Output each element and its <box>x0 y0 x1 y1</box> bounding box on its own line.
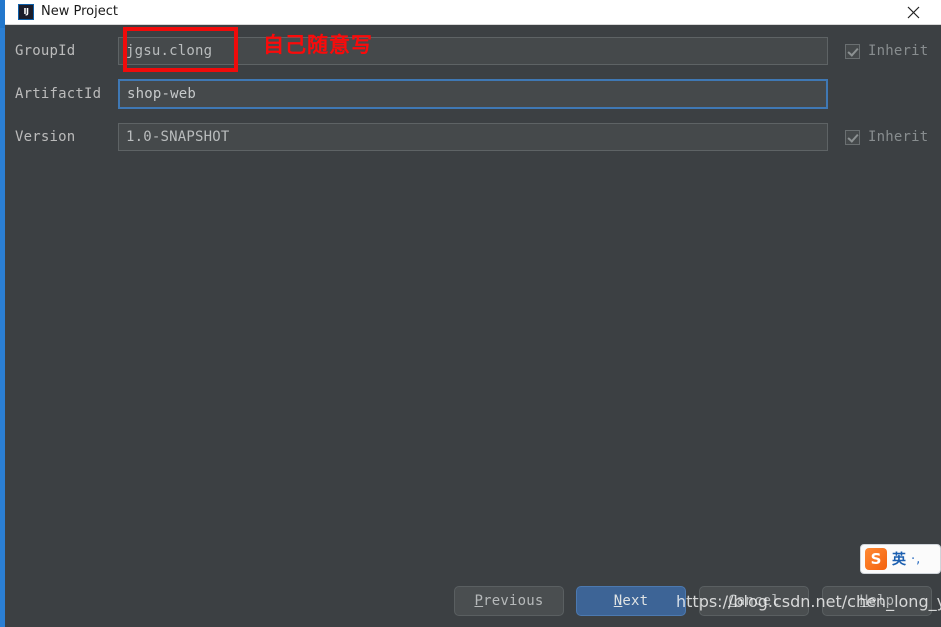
sogou-ime-toolbar[interactable]: S 英 ·, <box>860 544 941 574</box>
ime-mode-indicator[interactable]: 英 <box>892 549 906 569</box>
previous-button[interactable]: Previous <box>454 586 564 616</box>
form-row-groupid: GroupId Inherit <box>5 35 941 67</box>
close-icon <box>907 6 919 18</box>
annotation-text: 自己随意写 <box>263 33 373 57</box>
artifactid-label: ArtifactId <box>15 86 102 102</box>
ime-punctuation-icon[interactable]: ·, <box>911 552 921 567</box>
cancel-button-label: ancel <box>736 593 780 609</box>
artifactid-input[interactable] <box>118 79 828 109</box>
dialog-button-bar: Previous Next Cancel Help <box>5 586 941 618</box>
help-button[interactable]: Help <box>822 586 932 616</box>
groupid-inherit-label: Inherit <box>868 43 929 59</box>
next-button-mnemonic: N <box>613 593 623 609</box>
version-label: Version <box>15 129 76 145</box>
help-button-label: elp <box>868 593 895 609</box>
new-project-dialog: IJ New Project GroupId Inherit ArtifactI… <box>0 0 941 627</box>
sogou-logo-icon: S <box>865 548 887 570</box>
next-button[interactable]: Next <box>576 586 686 616</box>
form-row-version: Version Inherit <box>5 121 941 153</box>
groupid-input[interactable] <box>118 37 828 65</box>
groupid-inherit-checkbox[interactable] <box>845 43 860 59</box>
cancel-button-mnemonic: C <box>728 593 737 609</box>
dialog-content: GroupId Inherit ArtifactId Version Inher… <box>5 24 941 627</box>
form-row-artifactid: ArtifactId <box>5 78 941 110</box>
version-input[interactable] <box>118 123 828 151</box>
version-inherit-label: Inherit <box>868 129 929 145</box>
groupid-inherit-group[interactable]: Inherit <box>845 35 928 67</box>
version-inherit-group[interactable]: Inherit <box>845 121 928 153</box>
cancel-button[interactable]: Cancel <box>699 586 809 616</box>
groupid-label: GroupId <box>15 43 76 59</box>
intellij-idea-icon: IJ <box>18 4 34 20</box>
titlebar: IJ New Project <box>5 0 941 25</box>
version-inherit-checkbox[interactable] <box>845 129 860 145</box>
previous-button-mnemonic: P <box>474 593 484 609</box>
next-button-label: ext <box>622 593 649 609</box>
help-button-mnemonic: H <box>859 593 869 609</box>
window-title: New Project <box>41 4 118 19</box>
close-button[interactable] <box>893 0 933 24</box>
previous-button-label: revious <box>483 593 544 609</box>
